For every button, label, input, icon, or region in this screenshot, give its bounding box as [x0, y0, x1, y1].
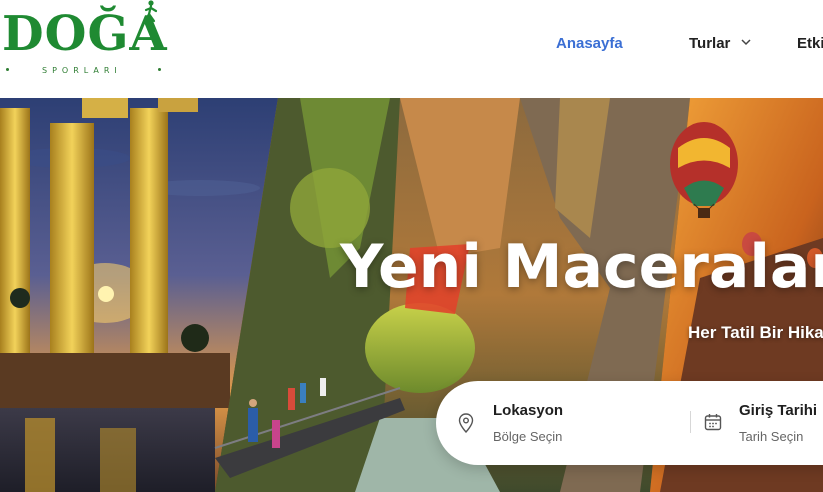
- site-header: DOĞA SPORLARI Anasayfa Turlar Etki: [0, 0, 823, 98]
- chevron-down-icon[interactable]: [740, 36, 752, 48]
- hero-title: Yeni Maceralar,: [340, 232, 823, 302]
- calendar-icon: [704, 414, 722, 431]
- main-nav: Anasayfa Turlar Etki: [0, 0, 823, 88]
- hero-subtitle: Her Tatil Bir Hikay: [688, 323, 823, 342]
- map-pin-icon: [458, 413, 474, 433]
- location-value[interactable]: Bölge Seçin: [493, 429, 562, 444]
- nav-item-events[interactable]: Etki: [797, 35, 823, 52]
- field-divider: [690, 411, 691, 433]
- location-label: Lokasyon: [493, 402, 564, 419]
- checkin-value[interactable]: Tarih Seçin: [739, 429, 803, 444]
- checkin-label: Giriş Tarihi: [739, 402, 818, 419]
- hero-banner: Yeni Maceralar, Her Tatil Bir Hikay Loka…: [0, 98, 823, 492]
- search-bar: Lokasyon Bölge Seçin Giriş Tarihi Tarih …: [436, 381, 823, 465]
- nav-item-tours[interactable]: Turlar: [689, 35, 730, 52]
- nav-item-home[interactable]: Anasayfa: [556, 35, 623, 52]
